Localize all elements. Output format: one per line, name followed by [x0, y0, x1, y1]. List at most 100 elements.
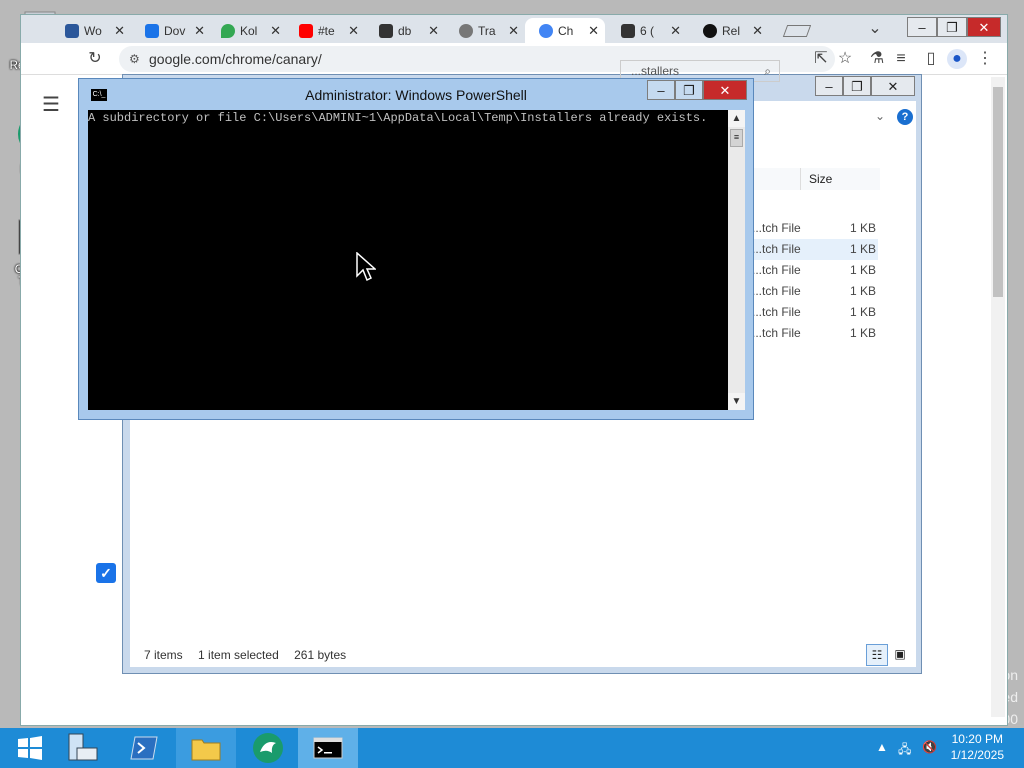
file-row[interactable]: ...tch File 1 KB [740, 281, 878, 302]
start-button[interactable] [0, 728, 60, 768]
file-explorer-button[interactable] [176, 728, 236, 768]
tab-8[interactable]: 6 (✕ [607, 18, 687, 43]
file-row[interactable]: ...tch File 1 KB [740, 260, 878, 281]
tab-2[interactable]: Dov ✕ [131, 18, 211, 43]
folder-icon [191, 739, 221, 761]
scroll-down-arrow-icon[interactable]: ▼ [728, 393, 745, 410]
file-row[interactable]: ...tch File 1 KB [740, 302, 878, 323]
file-size: 1 KB [850, 242, 877, 256]
size-column-header[interactable]: Size [800, 168, 882, 190]
console-scrollbar[interactable]: ▲ ≡ ▼ [728, 110, 745, 410]
close-button[interactable]: ✕ [967, 17, 1001, 37]
profile-icon[interactable]: ● [947, 49, 967, 69]
console-scroll-thumb[interactable]: ≡ [730, 129, 743, 147]
large-icons-view-icon[interactable]: ▣ [890, 644, 910, 666]
tab-9[interactable]: Rel ✕ [689, 18, 769, 43]
file-row[interactable]: ...tch File 1 KB [740, 323, 878, 344]
tab-6[interactable]: Tra ✕ [445, 18, 525, 43]
server-manager-button[interactable] [52, 728, 112, 768]
tab-strip: Wo ✕ Dov ✕ Kol ✕ #te ✕ db ✕ Tra ✕ Ch ✕ 6 (✕ Rel… [21, 15, 1007, 43]
menu-dots-icon[interactable]: ⋮ [975, 49, 995, 69]
basilisk-taskbar-icon [253, 733, 283, 763]
powershell-close-button[interactable]: ✕ [703, 80, 747, 100]
close-icon[interactable]: ✕ [114, 23, 125, 39]
basilisk-taskbar-button[interactable] [238, 728, 298, 768]
details-view-icon[interactable]: ☷ [866, 644, 888, 666]
minimize-button[interactable]: – [907, 17, 937, 37]
tab-5[interactable]: db ✕ [365, 18, 445, 43]
side-panel-icon[interactable]: ▯ [921, 49, 941, 69]
close-icon[interactable]: ✕ [348, 23, 359, 39]
tab-7-active[interactable]: Ch ✕ [525, 18, 605, 43]
checkbox-icon[interactable]: ✓ [96, 563, 116, 583]
mouse-cursor-icon [356, 252, 376, 282]
close-icon[interactable]: ✕ [752, 23, 763, 39]
file-type: ...tch File [752, 326, 801, 340]
new-tab-button[interactable] [771, 18, 811, 43]
new-tab-icon [782, 24, 811, 37]
page-scrollbar[interactable] [991, 77, 1005, 717]
download-icon [145, 23, 159, 38]
close-icon[interactable]: ✕ [194, 23, 205, 39]
file-type: ...tch File [752, 242, 801, 256]
clock[interactable]: 10:20 PM 1/12/2025 [951, 731, 1004, 763]
bookmark-star-icon[interactable]: ☆ [835, 49, 855, 69]
explorer-minimize-button[interactable]: – [815, 76, 843, 96]
volume-muted-icon[interactable]: 🔇 [922, 740, 937, 754]
scroll-up-arrow-icon[interactable]: ▲ [728, 110, 745, 127]
file-size: 1 KB [850, 284, 877, 298]
console-output[interactable]: A subdirectory or file C:\Users\ADMINI~1… [88, 110, 728, 410]
file-type: ...tch File [752, 263, 801, 277]
powershell-maximize-button[interactable]: ❐ [675, 80, 703, 100]
explorer-maximize-button[interactable]: ❐ [843, 76, 871, 96]
media-icon[interactable]: ≡ [891, 49, 911, 69]
file-type: ...tch File [752, 221, 801, 235]
tab-3[interactable]: Kol ✕ [207, 18, 287, 43]
help-icon[interactable]: ? [897, 109, 913, 125]
powershell-title-text: Administrator: Windows PowerShell [305, 87, 527, 103]
file-size: 1 KB [850, 221, 877, 235]
console-taskbar-button[interactable] [298, 728, 358, 768]
tab-search-icon[interactable]: ⌄ [865, 19, 885, 39]
scrollbar-thumb[interactable] [993, 87, 1003, 297]
powershell-minimize-button[interactable]: – [647, 80, 675, 100]
close-icon[interactable]: ✕ [508, 23, 519, 39]
close-icon[interactable]: ✕ [428, 23, 439, 39]
url-text: google.com/chrome/canary/ [149, 51, 322, 67]
powershell-window: C:\_ Administrator: Windows PowerShell –… [78, 78, 754, 420]
file-size: 1 KB [850, 305, 877, 319]
tab-label: Kol [240, 23, 258, 38]
tab-label: Rel [722, 23, 741, 38]
file-row-selected[interactable]: ...tch File 1 KB [740, 239, 878, 260]
chrome-icon [539, 23, 553, 38]
powershell-taskbar-button[interactable] [114, 728, 174, 768]
selection-count: 1 item selected [198, 648, 279, 662]
tab-label: Wo [84, 23, 102, 38]
file-size: 1 KB [850, 263, 877, 277]
expand-ribbon-icon[interactable]: ⌄ [875, 109, 885, 123]
lightbulb-icon [459, 23, 473, 38]
share-icon[interactable]: ⇱ [811, 49, 831, 69]
network-icon[interactable]: 🖧 [898, 740, 911, 761]
server-manager-icon [68, 733, 98, 761]
maximize-button[interactable]: ❐ [937, 17, 967, 37]
tab-4[interactable]: #te ✕ [285, 18, 365, 43]
hamburger-menu-icon[interactable]: ☰ [41, 95, 61, 115]
explorer-close-button[interactable]: ✕ [871, 76, 915, 96]
file-row[interactable]: ...tch File 1 KB [740, 218, 878, 239]
labs-icon[interactable]: ⚗ [867, 49, 887, 69]
clock-date: 1/12/2025 [950, 748, 1004, 762]
show-hidden-icons-icon[interactable]: ▲ [876, 740, 888, 754]
site-info-icon[interactable]: ⚙ [129, 46, 140, 72]
close-icon[interactable]: ✕ [588, 23, 599, 39]
reload-icon[interactable]: ↻ [85, 49, 105, 69]
console-text: A subdirectory or file C:\Users\ADMINI~1… [88, 111, 708, 125]
tab-label: #te [318, 23, 335, 38]
clock-time: 10:20 PM [951, 732, 1003, 746]
terminal-icon [379, 23, 393, 38]
close-icon[interactable]: ✕ [670, 23, 681, 39]
tab-1[interactable]: Wo ✕ [51, 18, 131, 43]
close-icon[interactable]: ✕ [270, 23, 281, 39]
file-type: ...tch File [752, 305, 801, 319]
tab-label: db [398, 23, 412, 38]
